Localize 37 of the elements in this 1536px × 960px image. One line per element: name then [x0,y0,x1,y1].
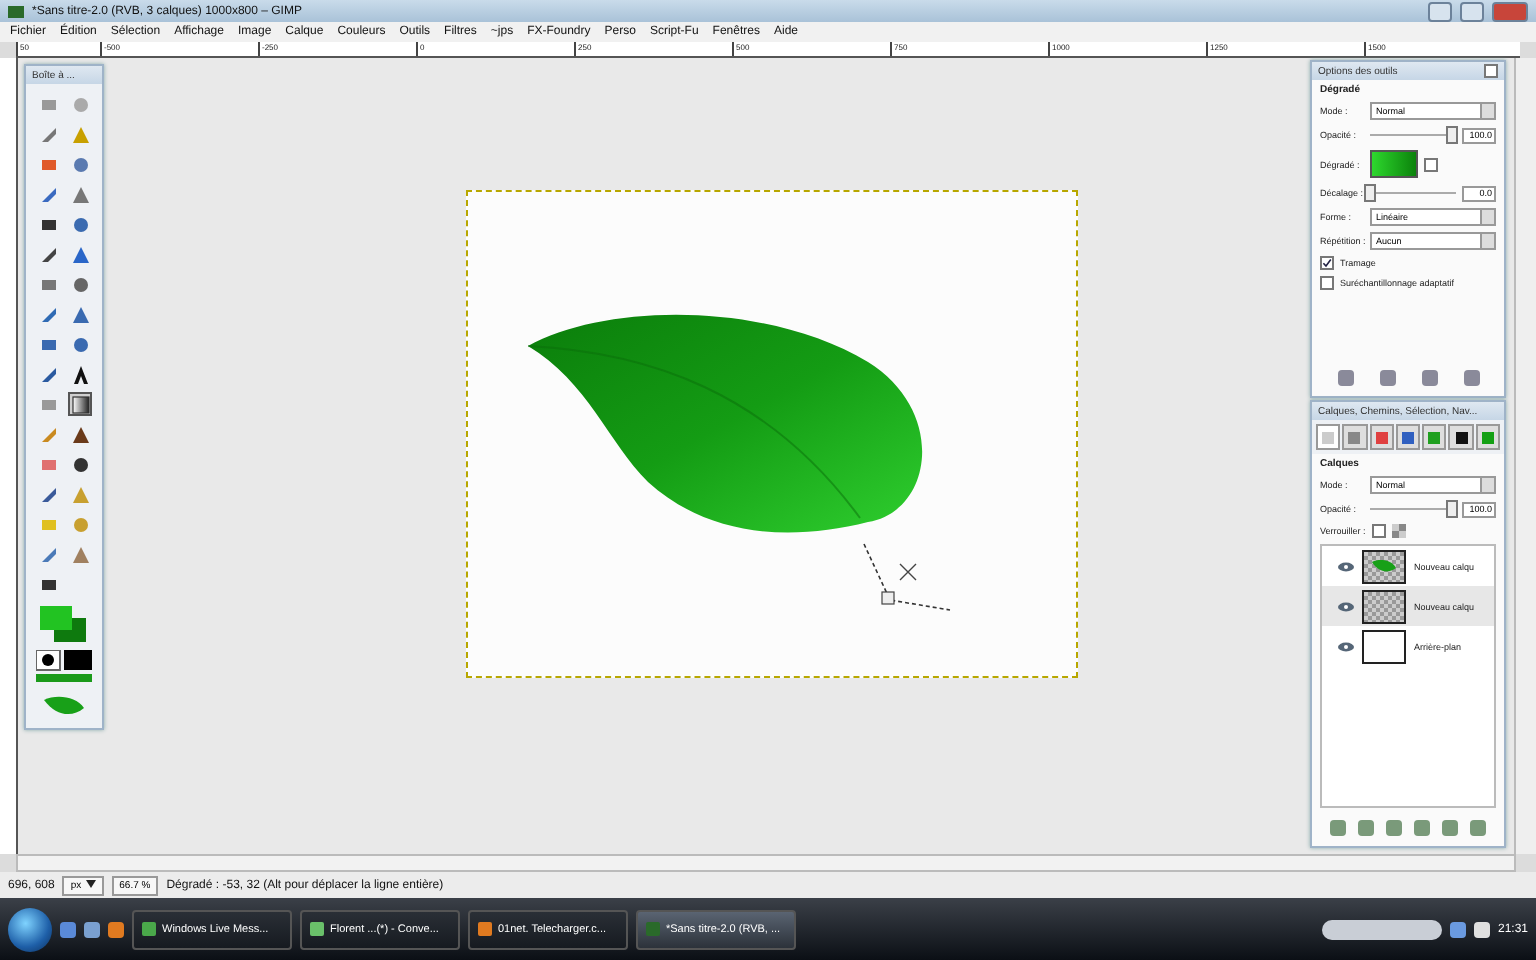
lock-checkbox[interactable] [1371,524,1386,538]
start-button[interactable] [8,907,52,951]
caret-icon [85,879,96,887]
media-player-bar[interactable] [1321,919,1442,939]
gradient-swatch[interactable] [1370,150,1418,178]
close-button[interactable] [1492,1,1528,21]
checkbox[interactable] [1320,256,1334,270]
close-button[interactable] [1484,64,1498,78]
vertical-scrollbar[interactable] [1514,58,1536,854]
slider-thumb[interactable] [1364,184,1376,202]
text-icon [71,365,89,383]
maximize-button[interactable] [1460,1,1484,21]
dock-tab[interactable] [1448,424,1474,450]
layer-thumbnail [1362,549,1406,583]
eye-icon[interactable] [1338,561,1354,571]
eye-icon[interactable] [1338,601,1354,611]
color-swatches-icon[interactable] [36,604,92,644]
layer-thumbnail [1362,589,1406,623]
checker-icon [1391,524,1406,538]
layer-thumbnail [1362,629,1406,663]
gradient-icon [71,395,89,413]
eye-icon[interactable] [1338,641,1354,651]
checkbox[interactable] [1320,276,1334,290]
tool-button[interactable] [68,392,92,416]
horizontal-scrollbar[interactable] [16,854,1516,872]
slider-track[interactable] [1370,184,1456,202]
brush-preview-icon[interactable] [36,650,92,682]
tool-button[interactable] [68,422,92,446]
minimize-button[interactable] [1428,1,1452,21]
app-icon [8,5,24,17]
reverse-checkbox[interactable] [1424,157,1438,171]
slider-thumb[interactable] [1445,126,1458,144]
tool-button[interactable] [68,452,92,476]
leaf-thumbnail-icon [40,692,88,720]
slider-track[interactable] [1370,126,1456,144]
tool-button[interactable] [68,362,92,386]
slider-thumb[interactable] [1445,500,1458,518]
